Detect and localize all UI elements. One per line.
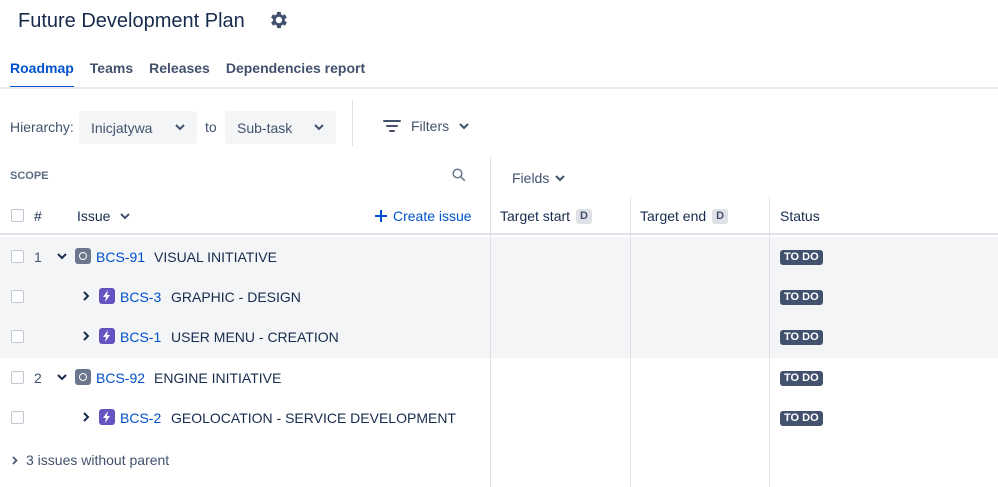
filter-icon bbox=[383, 120, 401, 132]
fields-label: Fields bbox=[512, 170, 550, 186]
chevron-down-icon bbox=[175, 124, 185, 131]
row-checkbox[interactable] bbox=[11, 371, 24, 384]
to-label: to bbox=[205, 119, 217, 135]
issue-key[interactable]: BCS-1 bbox=[120, 329, 161, 345]
table-row[interactable]: 2 BCS-92 ENGINE INITIATIVE TO DO bbox=[0, 358, 998, 398]
chevron-right-icon[interactable] bbox=[83, 412, 90, 422]
column-status: Status bbox=[780, 208, 820, 224]
plus-icon bbox=[375, 210, 387, 222]
status-badge[interactable]: TO DO bbox=[780, 411, 823, 426]
issue-key[interactable]: BCS-91 bbox=[96, 249, 145, 265]
create-issue-button[interactable]: Create issue bbox=[375, 208, 472, 224]
tab-teams[interactable]: Teams bbox=[90, 58, 133, 88]
row-number: 2 bbox=[34, 370, 42, 386]
chevron-right-icon bbox=[12, 455, 18, 465]
scope-header: SCOPE bbox=[0, 157, 490, 197]
chevron-down-icon bbox=[314, 124, 324, 131]
issue-key[interactable]: BCS-92 bbox=[96, 370, 145, 386]
tab-dependencies-report[interactable]: Dependencies report bbox=[226, 58, 365, 88]
chevron-down-icon bbox=[120, 212, 131, 219]
hierarchy-from-value: Inicjatywa bbox=[91, 119, 153, 136]
target-end-label: Target end bbox=[640, 208, 707, 224]
row-checkbox[interactable] bbox=[11, 330, 24, 343]
chevron-down-icon[interactable] bbox=[57, 374, 67, 381]
issue-key[interactable]: BCS-2 bbox=[120, 410, 161, 426]
initiative-icon bbox=[75, 248, 91, 264]
row-checkbox[interactable] bbox=[11, 411, 24, 424]
fields-button[interactable]: Fields bbox=[512, 170, 566, 186]
tabs-divider bbox=[0, 87, 998, 89]
tab-roadmap[interactable]: Roadmap bbox=[10, 58, 74, 88]
column-number: # bbox=[34, 208, 42, 224]
row-checkbox[interactable] bbox=[11, 250, 24, 263]
table-row[interactable]: BCS-1 USER MENU - CREATION TO DO bbox=[0, 317, 998, 358]
chevron-down-icon bbox=[555, 174, 566, 181]
table-row[interactable]: 1 BCS-91 VISUAL INITIATIVE TO DO bbox=[0, 237, 998, 277]
hierarchy-from-select[interactable]: Inicjatywa bbox=[79, 111, 197, 144]
create-issue-label: Create issue bbox=[393, 208, 472, 224]
issue-summary: ENGINE INITIATIVE bbox=[154, 370, 282, 386]
issue-column-menu[interactable]: Issue bbox=[77, 208, 131, 224]
column-divider bbox=[630, 197, 631, 487]
toolbar: Hierarchy: Inicjatywa to Sub-task Filter… bbox=[0, 100, 998, 156]
hierarchy-to-select[interactable]: Sub-task bbox=[225, 111, 336, 144]
epic-lightning-icon bbox=[99, 288, 115, 304]
target-start-label: Target start bbox=[500, 208, 571, 224]
scope-label: SCOPE bbox=[10, 170, 49, 182]
row-checkbox[interactable] bbox=[11, 290, 24, 303]
issues-without-parent[interactable]: 3 issues without parent bbox=[12, 452, 169, 468]
chevron-down-icon bbox=[459, 122, 469, 129]
chevron-right-icon[interactable] bbox=[83, 291, 90, 301]
table-header: # Issue Create issue Target start D Targ… bbox=[0, 197, 998, 235]
chevron-right-icon[interactable] bbox=[83, 331, 90, 341]
table-row[interactable]: BCS-2 GEOLOCATION - SERVICE DEVELOPMENT … bbox=[0, 398, 998, 438]
chevron-down-icon[interactable] bbox=[57, 253, 67, 260]
status-badge[interactable]: TO DO bbox=[780, 371, 823, 386]
initiative-icon bbox=[75, 369, 91, 385]
column-issue-label: Issue bbox=[77, 208, 111, 224]
issue-summary: USER MENU - CREATION bbox=[171, 329, 339, 345]
tab-bar: Roadmap Teams Releases Dependencies repo… bbox=[10, 58, 365, 88]
filters-label: Filters bbox=[411, 118, 450, 134]
epic-lightning-icon bbox=[99, 328, 115, 344]
column-divider bbox=[769, 197, 770, 487]
hierarchy-to-value: Sub-task bbox=[237, 119, 293, 136]
row-number: 1 bbox=[34, 249, 42, 265]
gear-icon[interactable] bbox=[267, 9, 289, 31]
column-target-end[interactable]: Target end D bbox=[640, 208, 729, 224]
filters-button[interactable]: Filters bbox=[383, 118, 469, 134]
page-title: Future Development Plan bbox=[18, 10, 245, 32]
toolbar-divider bbox=[352, 100, 353, 146]
column-divider bbox=[490, 157, 491, 487]
status-badge[interactable]: TO DO bbox=[780, 290, 823, 305]
tab-releases[interactable]: Releases bbox=[149, 58, 210, 88]
issue-summary: GRAPHIC - DESIGN bbox=[171, 289, 301, 305]
issue-summary: GEOLOCATION - SERVICE DEVELOPMENT bbox=[171, 410, 456, 426]
column-target-start[interactable]: Target start D bbox=[500, 208, 592, 224]
issues-without-parent-label: 3 issues without parent bbox=[26, 452, 170, 468]
date-badge: D bbox=[576, 208, 592, 224]
issue-key[interactable]: BCS-3 bbox=[120, 289, 161, 305]
epic-lightning-icon bbox=[99, 409, 115, 425]
status-badge[interactable]: TO DO bbox=[780, 330, 823, 345]
date-badge: D bbox=[712, 208, 729, 224]
status-badge[interactable]: TO DO bbox=[780, 250, 823, 265]
search-icon[interactable] bbox=[452, 168, 466, 182]
issue-summary: VISUAL INITIATIVE bbox=[154, 249, 277, 265]
select-all-checkbox[interactable] bbox=[11, 209, 24, 222]
table-row[interactable]: BCS-3 GRAPHIC - DESIGN TO DO bbox=[0, 277, 998, 317]
hierarchy-label: Hierarchy: bbox=[10, 119, 74, 135]
